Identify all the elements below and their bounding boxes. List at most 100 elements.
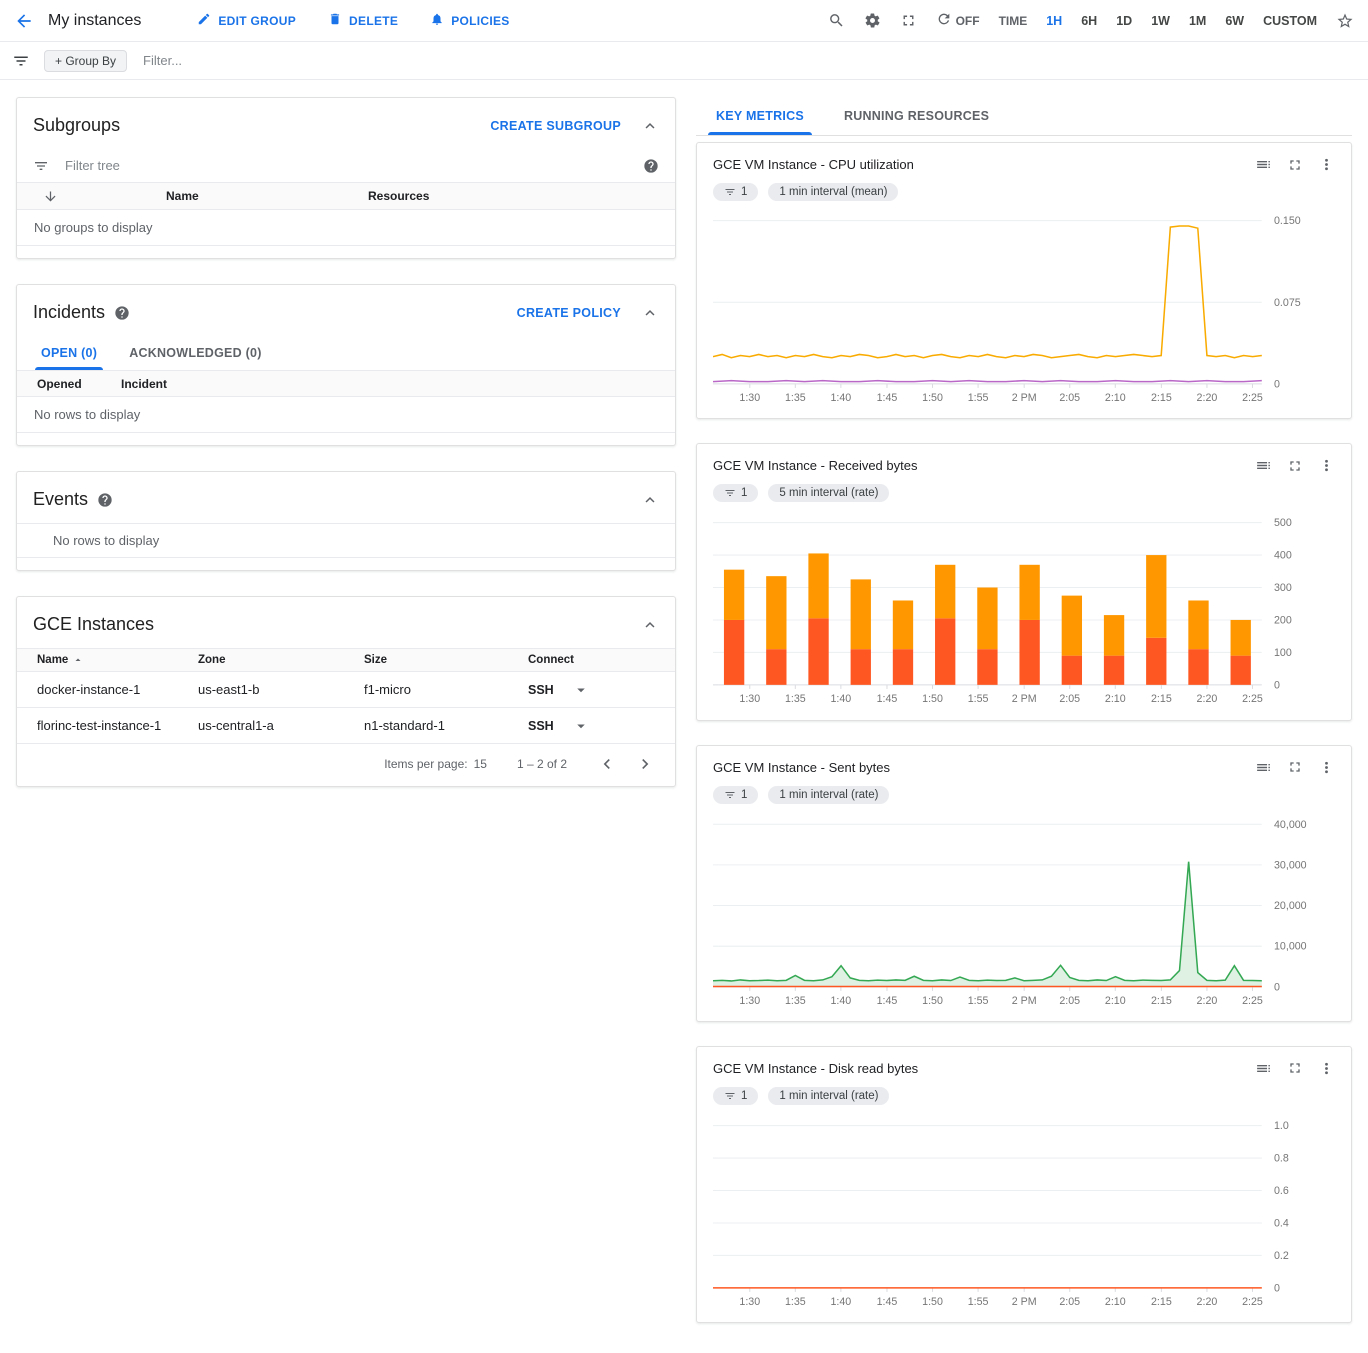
ssh-dropdown-icon[interactable] (572, 681, 590, 699)
svg-text:2:15: 2:15 (1151, 1296, 1172, 1308)
filter-chip[interactable]: 1 (713, 484, 758, 502)
events-title: Events (33, 489, 88, 510)
interval-chip[interactable]: 5 min interval (rate) (768, 484, 889, 502)
incidents-table-header: Opened Incident (17, 371, 675, 397)
time-range-1h[interactable]: 1H (1046, 14, 1062, 28)
collapse-gce-instances-icon[interactable] (641, 616, 659, 634)
sort-direction-icon[interactable] (17, 189, 166, 204)
filter-input[interactable] (141, 52, 1356, 69)
collapse-incidents-icon[interactable] (641, 304, 659, 322)
previous-page-icon[interactable] (597, 754, 617, 774)
instance-size: n1-standard-1 (364, 718, 528, 733)
create-subgroup-button[interactable]: CREATE SUBGROUP (490, 119, 621, 133)
gce-col-connect: Connect (528, 654, 675, 666)
legend-list-icon[interactable] (1255, 1060, 1272, 1077)
instance-name: florinc-test-instance-1 (37, 718, 198, 733)
filter-icon (724, 789, 736, 801)
help-icon[interactable] (97, 492, 113, 508)
filter-tree-input[interactable] (63, 157, 629, 174)
gce-instances-card: GCE Instances Name Zone Size Connect doc… (16, 596, 676, 787)
incidents-card: Incidents CREATE POLICY OPEN (0) ACKNOWL… (16, 284, 676, 446)
bell-icon (430, 12, 444, 29)
svg-text:0.4: 0.4 (1274, 1217, 1289, 1229)
tab-acknowledged-incidents[interactable]: ACKNOWLEDGED (0) (113, 336, 277, 370)
svg-text:1:55: 1:55 (968, 392, 989, 404)
interval-chip[interactable]: 1 min interval (rate) (768, 1087, 889, 1105)
svg-text:2:25: 2:25 (1242, 392, 1263, 404)
edit-group-button[interactable]: EDIT GROUP (197, 12, 296, 29)
collapse-events-icon[interactable] (641, 491, 659, 509)
create-policy-button[interactable]: CREATE POLICY (517, 306, 621, 320)
topbar-right-controls: OFF TIME 1H 6H 1D 1W 1M 6W CUSTOM (828, 11, 1354, 30)
right-column: KEY METRICS RUNNING RESOURCES GCE VM Ins… (696, 97, 1352, 1323)
filter-icon (724, 487, 736, 499)
expand-chart-icon[interactable] (1287, 1060, 1303, 1076)
time-range-6h[interactable]: 6H (1081, 14, 1097, 28)
svg-text:2 PM: 2 PM (1012, 392, 1037, 404)
filter-chip[interactable]: 1 (713, 183, 758, 201)
interval-chip[interactable]: 1 min interval (mean) (768, 183, 898, 201)
gce-col-name[interactable]: Name (37, 654, 198, 666)
tab-running-resources[interactable]: RUNNING RESOURCES (824, 97, 1009, 135)
chart-plot: 00.0750.1501:301:351:401:451:501:552 PM2… (713, 207, 1335, 412)
collapse-subgroups-icon[interactable] (641, 117, 659, 135)
legend-list-icon[interactable] (1255, 156, 1272, 173)
group-by-chip[interactable]: + Group By (44, 50, 127, 72)
back-arrow-icon[interactable] (14, 11, 34, 31)
filter-chip[interactable]: 1 (713, 1087, 758, 1105)
subgroups-card: Subgroups CREATE SUBGROUP Name Resources… (16, 97, 676, 259)
more-options-icon[interactable] (1318, 156, 1335, 173)
time-range-1w[interactable]: 1W (1151, 14, 1170, 28)
table-row: florinc-test-instance-1 us-central1-a n1… (17, 708, 675, 744)
metrics-tabs: KEY METRICS RUNNING RESOURCES (696, 97, 1352, 136)
ssh-dropdown-icon[interactable] (572, 717, 590, 735)
svg-text:1:30: 1:30 (739, 392, 760, 404)
legend-list-icon[interactable] (1255, 457, 1272, 474)
gce-col-zone: Zone (198, 654, 364, 666)
svg-text:2:15: 2:15 (1151, 693, 1172, 705)
svg-text:10,000: 10,000 (1274, 940, 1307, 952)
expand-chart-icon[interactable] (1287, 458, 1303, 474)
svg-text:0.6: 0.6 (1274, 1185, 1289, 1197)
time-range-custom[interactable]: CUSTOM (1263, 14, 1317, 28)
expand-chart-icon[interactable] (1287, 157, 1303, 173)
legend-list-icon[interactable] (1255, 759, 1272, 776)
svg-text:2:10: 2:10 (1105, 392, 1126, 404)
fullscreen-icon[interactable] (900, 12, 917, 29)
auto-refresh-toggle[interactable]: OFF (936, 11, 980, 30)
svg-text:0: 0 (1274, 981, 1280, 993)
filter-chip[interactable]: 1 (713, 786, 758, 804)
sort-asc-icon (72, 654, 84, 666)
more-options-icon[interactable] (1318, 457, 1335, 474)
items-per-page-value[interactable]: 15 (474, 757, 487, 771)
policies-button[interactable]: POLICIES (430, 12, 509, 29)
star-icon[interactable] (1336, 12, 1354, 30)
delete-button[interactable]: DELETE (328, 12, 398, 29)
time-range-6w[interactable]: 6W (1225, 14, 1244, 28)
subgroups-title: Subgroups (33, 115, 120, 136)
ssh-button[interactable]: SSH (528, 683, 554, 697)
more-options-icon[interactable] (1318, 759, 1335, 776)
more-options-icon[interactable] (1318, 1060, 1335, 1077)
help-icon[interactable] (643, 158, 659, 174)
svg-text:1:40: 1:40 (831, 392, 852, 404)
gear-icon[interactable] (864, 12, 881, 29)
ssh-button[interactable]: SSH (528, 719, 554, 733)
subgroups-table-header: Name Resources (17, 183, 675, 210)
help-icon[interactable] (114, 305, 130, 321)
svg-text:1:30: 1:30 (739, 1296, 760, 1308)
svg-text:1:40: 1:40 (831, 1296, 852, 1308)
interval-chip[interactable]: 1 min interval (rate) (768, 786, 889, 804)
tab-open-incidents[interactable]: OPEN (0) (25, 336, 113, 370)
time-range-1m[interactable]: 1M (1189, 14, 1206, 28)
search-icon[interactable] (828, 12, 845, 29)
tab-key-metrics[interactable]: KEY METRICS (696, 97, 824, 135)
svg-text:1:35: 1:35 (785, 392, 806, 404)
svg-text:20,000: 20,000 (1274, 900, 1307, 912)
incidents-col-incident: Incident (121, 377, 675, 391)
expand-chart-icon[interactable] (1287, 759, 1303, 775)
svg-text:1:45: 1:45 (877, 1296, 898, 1308)
next-page-icon[interactable] (635, 754, 655, 774)
time-range-1d[interactable]: 1D (1116, 14, 1132, 28)
filter-list-icon[interactable] (12, 52, 30, 70)
